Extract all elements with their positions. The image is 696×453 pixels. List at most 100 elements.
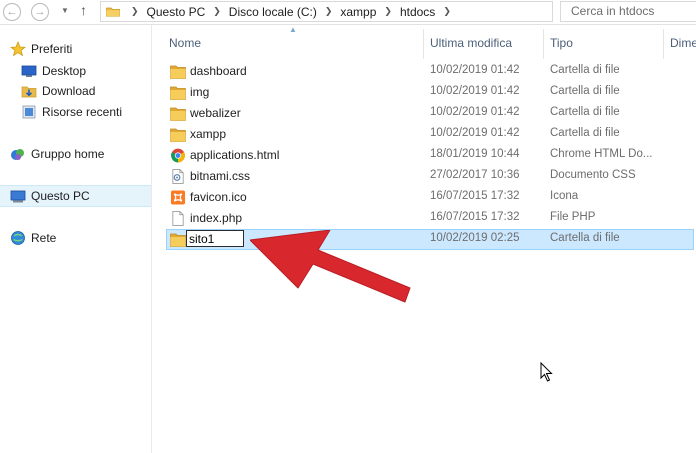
column-divider[interactable] — [663, 29, 664, 59]
star-icon — [10, 41, 26, 57]
file-row[interactable]: applications.html 18/01/2019 10:44 Chrom… — [166, 145, 694, 166]
address-bar[interactable]: ❯ Questo PC ❯ Disco locale (C:) ❯ xampp … — [100, 1, 640, 22]
file-modified: 10/02/2019 01:42 — [430, 85, 520, 97]
sidebar-item-label: Preferiti — [31, 42, 73, 56]
folder-icon — [170, 128, 186, 142]
breadcrumb-item[interactable]: htdocs — [400, 5, 435, 19]
file-name: favicon.ico — [190, 190, 247, 204]
download-folder-icon — [21, 86, 37, 98]
folder-icon — [170, 65, 186, 79]
file-row[interactable]: img 10/02/2019 01:42 Cartella di file — [166, 82, 694, 103]
arrow-up-icon: ↑ — [80, 2, 87, 18]
file-type: Documento CSS — [550, 169, 636, 181]
sidebar-item-rete[interactable]: Rete — [10, 228, 56, 248]
sidebar-item-label: Questo PC — [31, 189, 90, 203]
sidebar-item-label: Download — [42, 84, 96, 98]
file-type: Cartella di file — [550, 127, 620, 139]
column-divider[interactable] — [423, 29, 424, 59]
file-row[interactable]: webalizer 10/02/2019 01:42 Cartella di f… — [166, 103, 694, 124]
folder-icon — [170, 86, 186, 100]
file-type: File PHP — [550, 211, 596, 223]
sort-ascending-icon: ▲ — [289, 25, 297, 34]
file-name: img — [190, 85, 210, 99]
network-icon — [11, 231, 25, 245]
file-name: applications.html — [190, 148, 280, 162]
breadcrumb-separator[interactable]: ❯ — [205, 6, 229, 17]
file-modified: 10/02/2019 01:42 — [430, 64, 520, 76]
xampp-icon — [170, 190, 186, 205]
file-modified: 16/07/2015 17:32 — [430, 211, 520, 223]
forward-button[interactable]: → — [31, 3, 49, 21]
breadcrumb: ❯ Questo PC ❯ Disco locale (C:) ❯ xampp … — [123, 2, 459, 21]
arrow-right-icon: → — [34, 5, 46, 18]
file-row[interactable]: xampp 10/02/2019 01:42 Cartella di file — [166, 124, 694, 145]
breadcrumb-separator[interactable]: ❯ — [435, 6, 459, 17]
file-name: webalizer — [190, 106, 241, 120]
file-name: index.php — [190, 211, 243, 225]
breadcrumb-item[interactable]: xampp — [340, 5, 376, 19]
column-divider[interactable] — [543, 29, 544, 59]
file-row[interactable]: favicon.ico 16/07/2015 17:32 Icona — [166, 187, 694, 208]
file-modified: 27/02/2017 10:36 — [430, 169, 520, 181]
address-toolbar: ← → ▼ ↑ ❯ Questo PC ❯ Disco locale (C:) … — [0, 0, 696, 25]
sidebar-item-preferiti[interactable]: Preferiti — [10, 39, 72, 59]
file-modified: 10/02/2019 01:42 — [430, 106, 520, 118]
file-modified: 10/02/2019 01:42 — [430, 127, 520, 139]
rename-input[interactable] — [186, 230, 244, 247]
file-row[interactable]: index.php 16/07/2015 17:32 File PHP — [166, 208, 694, 229]
red-arrow-annotation — [250, 230, 411, 303]
mouse-pointer-icon — [540, 362, 553, 382]
sidebar-item-download[interactable]: Download — [21, 81, 95, 101]
computer-icon — [10, 190, 26, 203]
file-row-renaming[interactable]: 10/02/2019 02:25 Cartella di file — [166, 229, 694, 250]
file-row[interactable]: dashboard 10/02/2019 01:42 Cartella di f… — [166, 61, 694, 82]
file-type: Cartella di file — [550, 85, 620, 97]
sidebar-item-label: Rete — [31, 231, 57, 245]
column-header-name[interactable]: Nome — [169, 36, 201, 50]
desktop-icon — [21, 65, 37, 77]
chevron-down-icon: ▼ — [61, 6, 69, 15]
column-header-modified[interactable]: Ultima modifica — [430, 36, 512, 50]
sidebar-item-label: Desktop — [42, 64, 87, 78]
arrow-left-icon: ← — [6, 5, 18, 18]
column-header-size[interactable]: Dime — [670, 36, 696, 50]
sidebar-item-label: Risorse recenti — [42, 105, 123, 119]
folder-icon — [170, 233, 186, 247]
breadcrumb-item[interactable]: Disco locale (C:) — [229, 5, 317, 19]
breadcrumb-separator[interactable]: ❯ — [317, 6, 341, 17]
file-name: bitnami.css — [190, 169, 251, 183]
up-button[interactable]: ↑ — [80, 2, 87, 18]
file-modified: 18/01/2019 10:44 — [430, 148, 520, 160]
column-header-row: ▲ Nome Ultima modifica Tipo Dime — [152, 25, 696, 59]
recent-locations-button[interactable]: ▼ — [61, 6, 69, 15]
file-type: Cartella di file — [550, 64, 620, 76]
breadcrumb-separator[interactable]: ❯ — [376, 6, 400, 17]
file-name: dashboard — [190, 64, 247, 78]
recent-places-icon — [22, 105, 36, 119]
css-file-icon — [172, 169, 184, 184]
search-input[interactable]: Cerca in htdocs — [560, 1, 696, 22]
file-type: Chrome HTML Do... — [550, 148, 653, 160]
homegroup-icon — [11, 149, 24, 160]
folder-icon — [170, 107, 186, 121]
file-type: Icona — [550, 190, 579, 202]
sidebar-item-desktop[interactable]: Desktop — [21, 61, 86, 81]
folder-icon — [106, 7, 120, 17]
breadcrumb-item[interactable]: Questo PC — [147, 5, 206, 19]
file-modified: 16/07/2015 17:32 — [430, 190, 520, 202]
column-header-type[interactable]: Tipo — [550, 36, 573, 50]
sidebar-item-risorse-recenti[interactable]: Risorse recenti — [21, 102, 122, 122]
file-type: Cartella di file — [550, 232, 620, 244]
sidebar-item-questo-pc[interactable]: Questo PC — [10, 186, 90, 206]
breadcrumb-separator: ❯ — [131, 6, 139, 16]
file-row[interactable]: bitnami.css 27/02/2017 10:36 Documento C… — [166, 166, 694, 187]
file-modified: 10/02/2019 02:25 — [430, 232, 520, 244]
file-name: xampp — [190, 127, 227, 141]
sidebar-item-gruppo-home[interactable]: Gruppo home — [10, 144, 104, 164]
sidebar-item-label: Gruppo home — [31, 147, 105, 161]
file-type: Cartella di file — [550, 106, 620, 118]
back-button[interactable]: ← — [3, 3, 21, 21]
file-list: ▲ Nome Ultima modifica Tipo Dime dashboa… — [152, 25, 696, 453]
chrome-icon — [171, 148, 185, 163]
navigation-pane: Preferiti Desktop Download Risorse recen… — [0, 25, 152, 453]
